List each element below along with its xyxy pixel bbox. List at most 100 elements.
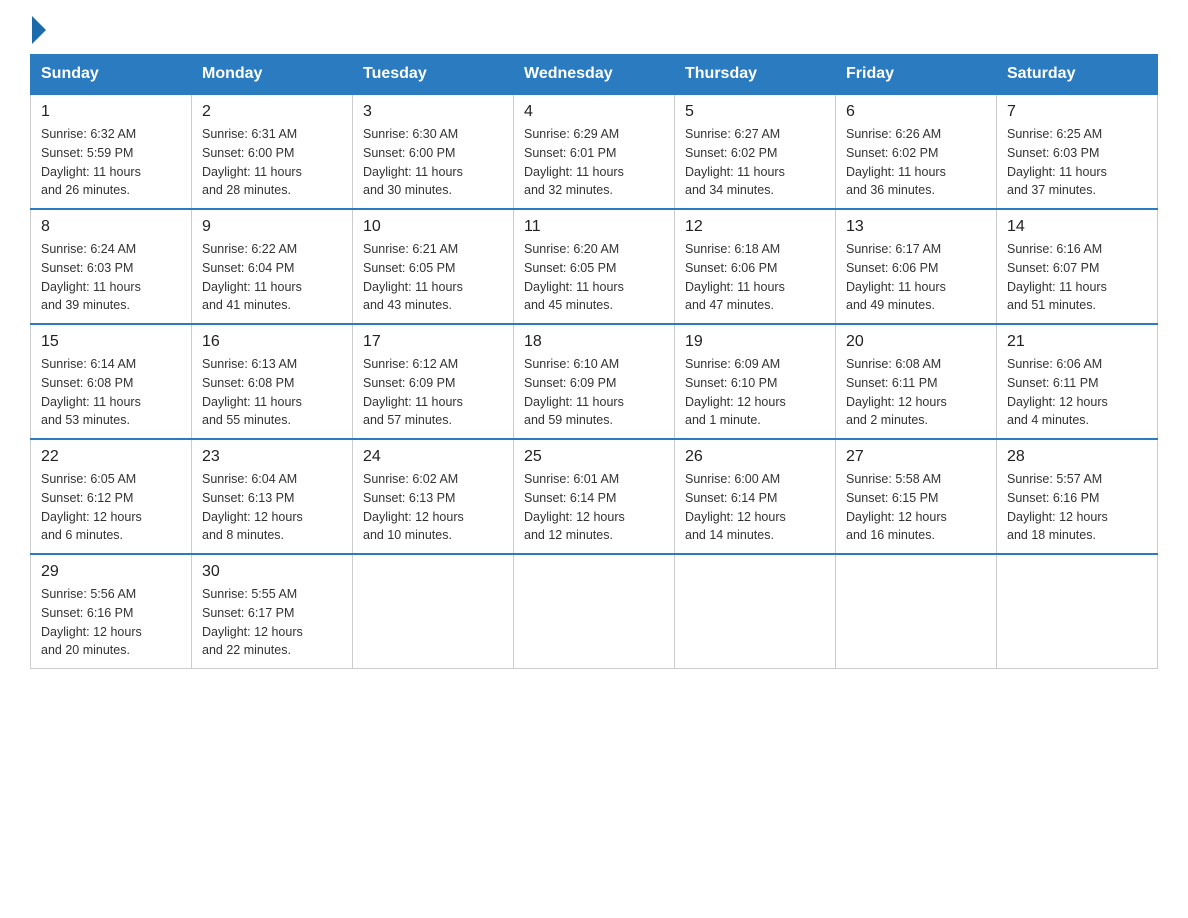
calendar-cell: 22 Sunrise: 6:05 AMSunset: 6:12 PMDaylig… [31,439,192,554]
days-header-row: SundayMondayTuesdayWednesdayThursdayFrid… [31,55,1158,95]
day-info: Sunrise: 5:57 AMSunset: 6:16 PMDaylight:… [1007,470,1147,545]
day-number: 6 [846,103,986,121]
day-number: 28 [1007,448,1147,466]
day-info: Sunrise: 6:14 AMSunset: 6:08 PMDaylight:… [41,355,181,430]
calendar-cell: 6 Sunrise: 6:26 AMSunset: 6:02 PMDayligh… [836,94,997,209]
day-info: Sunrise: 5:58 AMSunset: 6:15 PMDaylight:… [846,470,986,545]
calendar-cell [836,554,997,669]
calendar-cell: 23 Sunrise: 6:04 AMSunset: 6:13 PMDaylig… [192,439,353,554]
day-number: 30 [202,563,342,581]
week-row-5: 29 Sunrise: 5:56 AMSunset: 6:16 PMDaylig… [31,554,1158,669]
day-number: 17 [363,333,503,351]
calendar-cell: 2 Sunrise: 6:31 AMSunset: 6:00 PMDayligh… [192,94,353,209]
day-info: Sunrise: 6:21 AMSunset: 6:05 PMDaylight:… [363,240,503,315]
day-number: 13 [846,218,986,236]
day-info: Sunrise: 6:09 AMSunset: 6:10 PMDaylight:… [685,355,825,430]
calendar-cell: 8 Sunrise: 6:24 AMSunset: 6:03 PMDayligh… [31,209,192,324]
calendar-cell: 3 Sunrise: 6:30 AMSunset: 6:00 PMDayligh… [353,94,514,209]
day-number: 11 [524,218,664,236]
calendar-cell: 10 Sunrise: 6:21 AMSunset: 6:05 PMDaylig… [353,209,514,324]
day-header-thursday: Thursday [675,55,836,95]
calendar-cell: 29 Sunrise: 5:56 AMSunset: 6:16 PMDaylig… [31,554,192,669]
day-number: 2 [202,103,342,121]
calendar-cell [675,554,836,669]
day-info: Sunrise: 6:16 AMSunset: 6:07 PMDaylight:… [1007,240,1147,315]
week-row-2: 8 Sunrise: 6:24 AMSunset: 6:03 PMDayligh… [31,209,1158,324]
day-number: 22 [41,448,181,466]
calendar-cell [514,554,675,669]
calendar-cell: 4 Sunrise: 6:29 AMSunset: 6:01 PMDayligh… [514,94,675,209]
day-number: 12 [685,218,825,236]
calendar-cell [353,554,514,669]
day-info: Sunrise: 6:24 AMSunset: 6:03 PMDaylight:… [41,240,181,315]
day-header-sunday: Sunday [31,55,192,95]
day-number: 8 [41,218,181,236]
day-header-friday: Friday [836,55,997,95]
week-row-1: 1 Sunrise: 6:32 AMSunset: 5:59 PMDayligh… [31,94,1158,209]
day-header-wednesday: Wednesday [514,55,675,95]
day-info: Sunrise: 6:20 AMSunset: 6:05 PMDaylight:… [524,240,664,315]
calendar-cell: 30 Sunrise: 5:55 AMSunset: 6:17 PMDaylig… [192,554,353,669]
calendar-cell: 15 Sunrise: 6:14 AMSunset: 6:08 PMDaylig… [31,324,192,439]
calendar-cell: 16 Sunrise: 6:13 AMSunset: 6:08 PMDaylig… [192,324,353,439]
day-number: 29 [41,563,181,581]
calendar-cell: 1 Sunrise: 6:32 AMSunset: 5:59 PMDayligh… [31,94,192,209]
day-header-monday: Monday [192,55,353,95]
logo [30,20,46,44]
day-info: Sunrise: 6:12 AMSunset: 6:09 PMDaylight:… [363,355,503,430]
calendar-cell: 18 Sunrise: 6:10 AMSunset: 6:09 PMDaylig… [514,324,675,439]
day-number: 4 [524,103,664,121]
calendar-cell: 17 Sunrise: 6:12 AMSunset: 6:09 PMDaylig… [353,324,514,439]
day-info: Sunrise: 6:05 AMSunset: 6:12 PMDaylight:… [41,470,181,545]
day-number: 20 [846,333,986,351]
calendar-cell: 24 Sunrise: 6:02 AMSunset: 6:13 PMDaylig… [353,439,514,554]
day-number: 19 [685,333,825,351]
logo-triangle-icon [32,16,46,44]
calendar-cell: 26 Sunrise: 6:00 AMSunset: 6:14 PMDaylig… [675,439,836,554]
day-info: Sunrise: 6:30 AMSunset: 6:00 PMDaylight:… [363,125,503,200]
day-info: Sunrise: 6:18 AMSunset: 6:06 PMDaylight:… [685,240,825,315]
day-number: 26 [685,448,825,466]
day-info: Sunrise: 6:31 AMSunset: 6:00 PMDaylight:… [202,125,342,200]
day-number: 16 [202,333,342,351]
day-number: 21 [1007,333,1147,351]
day-number: 18 [524,333,664,351]
day-number: 5 [685,103,825,121]
page-header [30,20,1158,44]
week-row-3: 15 Sunrise: 6:14 AMSunset: 6:08 PMDaylig… [31,324,1158,439]
day-info: Sunrise: 6:06 AMSunset: 6:11 PMDaylight:… [1007,355,1147,430]
day-info: Sunrise: 6:01 AMSunset: 6:14 PMDaylight:… [524,470,664,545]
day-info: Sunrise: 6:25 AMSunset: 6:03 PMDaylight:… [1007,125,1147,200]
calendar-cell: 20 Sunrise: 6:08 AMSunset: 6:11 PMDaylig… [836,324,997,439]
day-info: Sunrise: 6:26 AMSunset: 6:02 PMDaylight:… [846,125,986,200]
day-info: Sunrise: 6:04 AMSunset: 6:13 PMDaylight:… [202,470,342,545]
day-info: Sunrise: 6:29 AMSunset: 6:01 PMDaylight:… [524,125,664,200]
calendar-cell: 11 Sunrise: 6:20 AMSunset: 6:05 PMDaylig… [514,209,675,324]
day-number: 25 [524,448,664,466]
day-number: 14 [1007,218,1147,236]
day-header-saturday: Saturday [997,55,1158,95]
day-info: Sunrise: 6:22 AMSunset: 6:04 PMDaylight:… [202,240,342,315]
calendar-cell: 9 Sunrise: 6:22 AMSunset: 6:04 PMDayligh… [192,209,353,324]
day-info: Sunrise: 6:00 AMSunset: 6:14 PMDaylight:… [685,470,825,545]
calendar-cell: 13 Sunrise: 6:17 AMSunset: 6:06 PMDaylig… [836,209,997,324]
day-number: 10 [363,218,503,236]
calendar-cell: 28 Sunrise: 5:57 AMSunset: 6:16 PMDaylig… [997,439,1158,554]
day-number: 1 [41,103,181,121]
day-info: Sunrise: 6:27 AMSunset: 6:02 PMDaylight:… [685,125,825,200]
day-info: Sunrise: 5:56 AMSunset: 6:16 PMDaylight:… [41,585,181,660]
day-number: 7 [1007,103,1147,121]
day-info: Sunrise: 6:08 AMSunset: 6:11 PMDaylight:… [846,355,986,430]
day-number: 3 [363,103,503,121]
day-info: Sunrise: 6:13 AMSunset: 6:08 PMDaylight:… [202,355,342,430]
calendar-cell [997,554,1158,669]
day-header-tuesday: Tuesday [353,55,514,95]
day-number: 23 [202,448,342,466]
calendar-cell: 19 Sunrise: 6:09 AMSunset: 6:10 PMDaylig… [675,324,836,439]
day-info: Sunrise: 6:10 AMSunset: 6:09 PMDaylight:… [524,355,664,430]
day-info: Sunrise: 5:55 AMSunset: 6:17 PMDaylight:… [202,585,342,660]
day-number: 27 [846,448,986,466]
day-number: 15 [41,333,181,351]
calendar-table: SundayMondayTuesdayWednesdayThursdayFrid… [30,54,1158,669]
calendar-cell: 7 Sunrise: 6:25 AMSunset: 6:03 PMDayligh… [997,94,1158,209]
